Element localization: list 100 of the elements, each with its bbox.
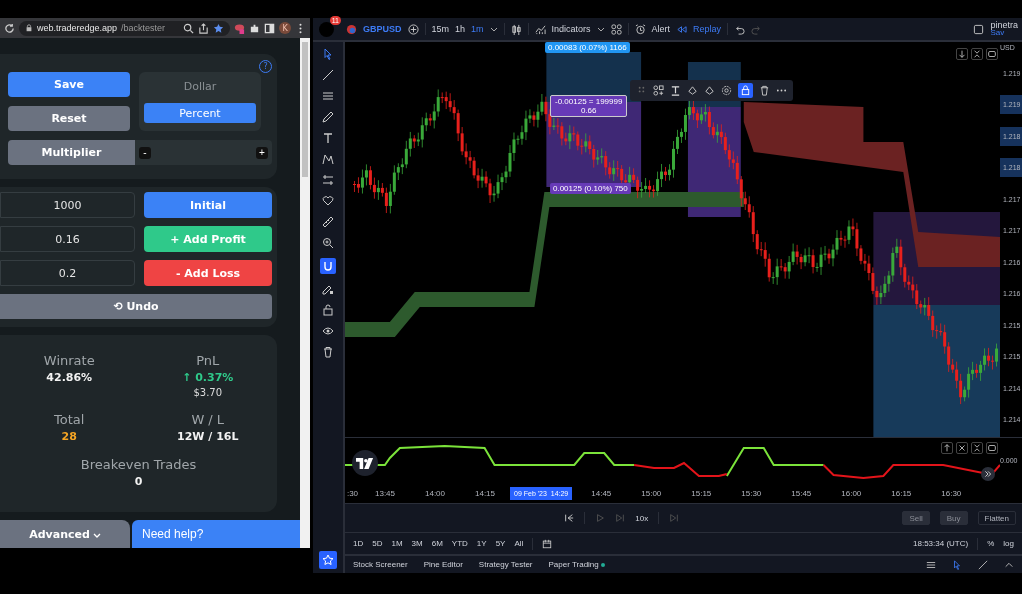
amount-input[interactable]: 0.16 bbox=[0, 226, 135, 252]
increment-button[interactable]: + bbox=[256, 146, 268, 159]
close-icon[interactable] bbox=[956, 442, 968, 454]
trend-line-icon[interactable] bbox=[978, 559, 988, 570]
alert-button[interactable]: Alert bbox=[651, 24, 671, 34]
mode-option[interactable]: Percent bbox=[144, 103, 256, 123]
bottom-tab[interactable]: Stock Screener bbox=[353, 560, 408, 569]
range-button[interactable]: YTD bbox=[451, 539, 468, 548]
zoom-icon[interactable] bbox=[183, 22, 194, 34]
reset-button[interactable]: Reset bbox=[8, 106, 130, 131]
square-icon[interactable] bbox=[973, 23, 985, 35]
symbol-label[interactable]: GBPUSD bbox=[363, 24, 402, 34]
zoom-in-icon[interactable] bbox=[322, 237, 334, 249]
trade-button[interactable]: Flatten bbox=[977, 511, 1016, 525]
forecast-icon[interactable] bbox=[322, 174, 334, 186]
log-toggle[interactable]: log bbox=[1003, 539, 1014, 548]
fill-icon[interactable] bbox=[704, 85, 715, 96]
alarm-clock-icon[interactable] bbox=[634, 23, 646, 35]
range-button[interactable]: 1D bbox=[353, 539, 364, 548]
range-button[interactable]: 6M bbox=[431, 539, 443, 548]
jump-back-icon[interactable] bbox=[564, 513, 575, 523]
maximize-icon[interactable] bbox=[986, 48, 998, 60]
help-chat-button[interactable]: Need help? bbox=[132, 520, 300, 548]
text-icon[interactable] bbox=[670, 85, 681, 96]
trend-line-icon[interactable] bbox=[322, 69, 334, 81]
sidebar-icon[interactable] bbox=[264, 22, 275, 34]
stat-value: 0 bbox=[134, 475, 143, 488]
calendar-icon[interactable] bbox=[542, 538, 553, 549]
lines-icon[interactable] bbox=[926, 559, 936, 570]
fast-forward-icon[interactable] bbox=[981, 467, 995, 481]
arrow-down-icon[interactable] bbox=[956, 48, 968, 60]
settings-icon[interactable] bbox=[721, 85, 732, 96]
brush-icon[interactable] bbox=[322, 111, 334, 123]
cursor-icon[interactable] bbox=[952, 559, 962, 570]
candles-icon[interactable] bbox=[510, 23, 522, 35]
pattern-icon[interactable] bbox=[322, 153, 334, 165]
interval-tab[interactable]: 1m bbox=[471, 24, 484, 34]
ruler-icon[interactable] bbox=[322, 216, 334, 228]
time-label: 15:00 bbox=[640, 488, 663, 498]
lines-icon[interactable] bbox=[322, 90, 334, 102]
url-host: web.traderedge.app bbox=[37, 23, 118, 33]
mode-option[interactable]: Dollar bbox=[144, 76, 256, 96]
save-status: Sav bbox=[990, 29, 1005, 37]
address-bar[interactable]: web.traderedge.app /backtester bbox=[19, 20, 230, 36]
plus-circle-icon[interactable] bbox=[407, 23, 419, 35]
cursor-icon[interactable] bbox=[322, 48, 334, 60]
indicators-button[interactable]: Indicators bbox=[551, 24, 591, 34]
layout-name[interactable]: pinetra bbox=[990, 21, 1018, 29]
amount-input[interactable]: 1000 bbox=[0, 192, 135, 218]
time-label: 15:30 bbox=[740, 488, 763, 498]
replay-button[interactable]: Replay bbox=[693, 24, 722, 34]
interval-tab[interactable]: 15m bbox=[431, 24, 450, 34]
action-button[interactable]: - Add Loss bbox=[144, 260, 272, 286]
range-button[interactable]: 5Y bbox=[495, 539, 506, 548]
profile-avatar[interactable]: K bbox=[279, 22, 291, 34]
url-path: /backtester bbox=[121, 23, 167, 33]
reload-icon[interactable] bbox=[4, 22, 15, 34]
trash-icon[interactable] bbox=[759, 85, 770, 96]
decrement-button[interactable]: - bbox=[139, 146, 151, 159]
undo-button[interactable]: ⟲ Undo bbox=[0, 294, 272, 319]
share-icon[interactable] bbox=[198, 22, 209, 34]
range-button[interactable]: 1Y bbox=[476, 539, 487, 548]
template-icon[interactable] bbox=[653, 85, 664, 96]
save-button[interactable]: Save bbox=[8, 72, 130, 97]
range-button[interactable]: 5D bbox=[372, 539, 383, 548]
interval-tab[interactable]: 1h bbox=[455, 24, 466, 34]
puzzle-icon[interactable] bbox=[249, 22, 260, 34]
grid-icon[interactable] bbox=[610, 23, 622, 35]
advanced-button[interactable]: Advanced bbox=[0, 520, 130, 548]
lock-icon[interactable] bbox=[322, 304, 334, 316]
range-button[interactable]: 1M bbox=[391, 539, 403, 548]
text-icon[interactable] bbox=[322, 132, 334, 144]
scrollbar[interactable] bbox=[300, 38, 310, 548]
rewind-icon[interactable] bbox=[676, 23, 688, 35]
action-button[interactable]: Initial bbox=[144, 192, 272, 218]
trash-icon[interactable] bbox=[322, 346, 334, 358]
maximize-icon[interactable] bbox=[986, 442, 998, 454]
magnet-icon[interactable] bbox=[320, 258, 336, 274]
bottom-tab[interactable]: Pine Editor bbox=[423, 560, 463, 569]
bottom-tab[interactable]: Paper Trading bbox=[548, 560, 599, 569]
speed-button[interactable]: 10x bbox=[635, 513, 649, 523]
user-avatar[interactable] bbox=[319, 21, 334, 37]
arrow-up-icon[interactable] bbox=[941, 442, 953, 454]
range-button[interactable]: 3M bbox=[411, 539, 423, 548]
collapse-icon[interactable] bbox=[971, 48, 983, 60]
pencil-lock-icon[interactable] bbox=[322, 283, 334, 295]
bottom-tab[interactable]: Strategy Tester bbox=[478, 560, 533, 569]
amount-input[interactable]: 0.2 bbox=[0, 260, 135, 286]
eye-icon[interactable] bbox=[322, 325, 334, 337]
lock-icon[interactable] bbox=[738, 83, 753, 98]
chevron-down-icon[interactable] bbox=[596, 25, 605, 33]
heart-icon[interactable] bbox=[322, 195, 334, 207]
status-dot-icon bbox=[600, 562, 605, 567]
fill-icon[interactable] bbox=[687, 85, 698, 96]
range-button[interactable]: All bbox=[514, 539, 524, 548]
collapse-icon[interactable] bbox=[971, 442, 983, 454]
star-icon[interactable] bbox=[213, 22, 224, 34]
chevron-down-icon[interactable] bbox=[489, 25, 498, 33]
percent-toggle[interactable]: % bbox=[987, 539, 995, 548]
indicators-icon[interactable] bbox=[534, 23, 546, 35]
